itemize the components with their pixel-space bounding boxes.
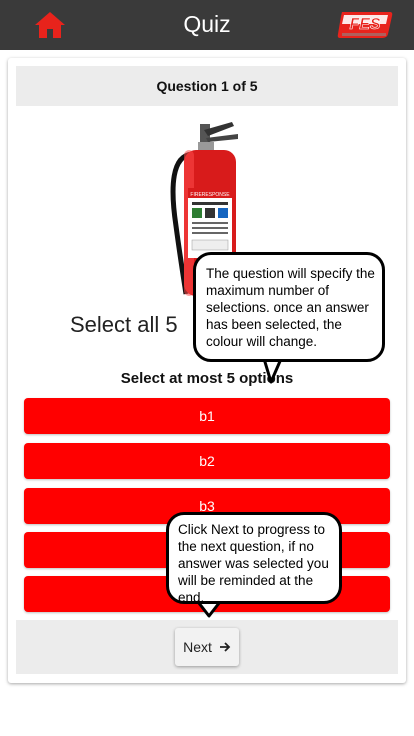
next-button[interactable]: Next xyxy=(175,628,239,666)
top-app-bar: Quiz FES xyxy=(0,0,414,50)
tooltip-text: Click Next to progress to the next quest… xyxy=(178,522,329,605)
question-counter: Question 1 of 5 xyxy=(156,78,258,94)
next-label: Next xyxy=(183,639,212,655)
help-tooltip-selection: The question will specify the maximum nu… xyxy=(193,252,385,362)
tooltip-text: The question will specify the maximum nu… xyxy=(206,266,375,349)
logo-text: FES xyxy=(349,16,380,33)
arrow-right-icon xyxy=(219,642,231,652)
svg-text:FIRERESPONSE: FIRERESPONSE xyxy=(190,192,230,198)
fes-logo: FES xyxy=(337,12,393,38)
help-tooltip-next: Click Next to progress to the next quest… xyxy=(166,512,342,605)
option-button[interactable]: b2 xyxy=(24,443,390,479)
question-text: Select all 5 xyxy=(70,312,178,337)
question-header: Question 1 of 5 xyxy=(16,66,398,106)
selection-instruction: Select at most 5 options xyxy=(120,370,294,387)
option-button[interactable]: b1 xyxy=(24,398,390,434)
